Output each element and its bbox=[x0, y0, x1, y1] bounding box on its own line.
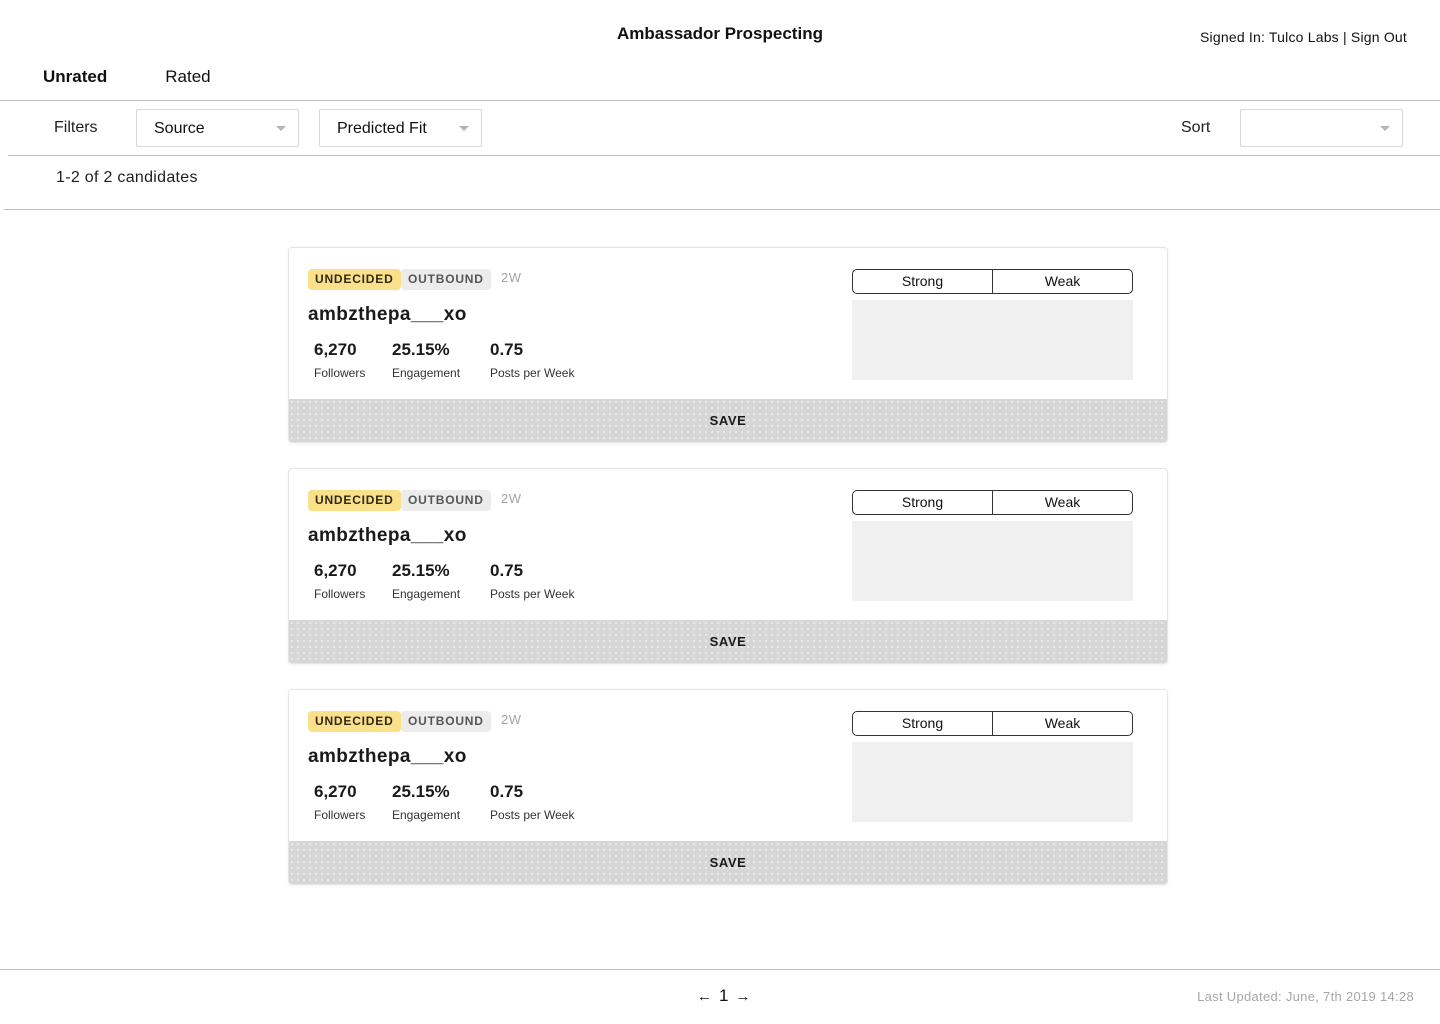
arrow-right-icon[interactable]: → bbox=[735, 988, 750, 1005]
age-label: 2W bbox=[501, 491, 522, 506]
rate-weak-button[interactable]: Weak bbox=[992, 491, 1132, 514]
chevron-down-icon bbox=[459, 126, 469, 131]
results-count: 1-2 of 2 candidates bbox=[56, 169, 198, 186]
followers-stat: 6,270 Followers bbox=[314, 340, 365, 380]
sign-out-link[interactable]: Sign Out bbox=[1351, 29, 1407, 45]
posts-stat: 0.75 Posts per Week bbox=[490, 782, 574, 822]
candidate-card: UNDECIDED OUTBOUND 2W ambzthepa___xo 6,2… bbox=[288, 247, 1168, 443]
pagination: ← 1 → bbox=[697, 986, 750, 1006]
engagement-label: Engagement bbox=[392, 808, 461, 822]
divider bbox=[4, 209, 1440, 210]
chevron-down-icon bbox=[276, 126, 286, 131]
age-label: 2W bbox=[501, 270, 522, 285]
source-badge: OUTBOUND bbox=[401, 269, 491, 290]
rate-weak-button[interactable]: Weak bbox=[992, 712, 1132, 735]
fit-rating-toggle: Strong Weak bbox=[852, 711, 1133, 736]
separator: | bbox=[1342, 29, 1347, 45]
fit-rating-toggle: Strong Weak bbox=[852, 269, 1133, 294]
posts-value: 0.75 bbox=[490, 340, 524, 359]
org-name: Tulco Labs bbox=[1268, 29, 1339, 45]
candidate-card: UNDECIDED OUTBOUND 2W ambzthepa___xo 6,2… bbox=[288, 689, 1168, 885]
candidate-handle[interactable]: ambzthepa___xo bbox=[308, 525, 467, 547]
status-badge: UNDECIDED bbox=[308, 490, 401, 511]
rate-weak-button[interactable]: Weak bbox=[992, 270, 1132, 293]
followers-value: 6,270 bbox=[314, 782, 357, 801]
divider bbox=[8, 155, 1440, 156]
tab-unrated[interactable]: Unrated bbox=[43, 67, 107, 87]
posts-label: Posts per Week bbox=[490, 587, 575, 601]
filters-label: Filters bbox=[54, 119, 98, 136]
posts-label: Posts per Week bbox=[490, 366, 575, 380]
followers-value: 6,270 bbox=[314, 561, 357, 580]
followers-label: Followers bbox=[314, 587, 366, 601]
posts-value: 0.75 bbox=[490, 561, 524, 580]
sort-select[interactable] bbox=[1240, 109, 1403, 147]
posts-stat: 0.75 Posts per Week bbox=[490, 561, 574, 601]
fit-rating-toggle: Strong Weak bbox=[852, 490, 1133, 515]
save-button[interactable]: SAVE bbox=[289, 620, 1167, 663]
current-page: 1 bbox=[719, 986, 729, 1005]
arrow-left-icon[interactable]: ← bbox=[697, 988, 712, 1005]
media-preview bbox=[852, 742, 1133, 822]
account-bar: Signed In: Tulco Labs | Sign Out bbox=[1200, 29, 1407, 45]
signed-in-label: Signed In: bbox=[1200, 29, 1266, 45]
tab-bar: Unrated Rated bbox=[43, 67, 269, 87]
rate-strong-button[interactable]: Strong bbox=[853, 491, 992, 514]
divider bbox=[0, 100, 1440, 101]
source-badge: OUTBOUND bbox=[401, 711, 491, 732]
chevron-down-icon bbox=[1380, 126, 1390, 131]
engagement-label: Engagement bbox=[392, 366, 461, 380]
source-filter-value: Source bbox=[154, 120, 205, 137]
engagement-value: 25.15% bbox=[392, 340, 450, 359]
engagement-label: Engagement bbox=[392, 587, 461, 601]
posts-stat: 0.75 Posts per Week bbox=[490, 340, 574, 380]
media-preview bbox=[852, 521, 1133, 601]
engagement-value: 25.15% bbox=[392, 561, 450, 580]
engagement-stat: 25.15% Engagement bbox=[392, 561, 460, 601]
tab-rated[interactable]: Rated bbox=[165, 67, 210, 87]
posts-label: Posts per Week bbox=[490, 808, 575, 822]
status-badge: UNDECIDED bbox=[308, 711, 401, 732]
followers-stat: 6,270 Followers bbox=[314, 782, 365, 822]
candidate-card: UNDECIDED OUTBOUND 2W ambzthepa___xo 6,2… bbox=[288, 468, 1168, 664]
followers-stat: 6,270 Followers bbox=[314, 561, 365, 601]
engagement-stat: 25.15% Engagement bbox=[392, 782, 460, 822]
media-preview bbox=[852, 300, 1133, 380]
posts-value: 0.75 bbox=[490, 782, 524, 801]
save-button[interactable]: SAVE bbox=[289, 841, 1167, 884]
followers-value: 6,270 bbox=[314, 340, 357, 359]
predicted-fit-filter-select[interactable]: Predicted Fit bbox=[319, 109, 482, 147]
source-filter-select[interactable]: Source bbox=[136, 109, 299, 147]
predicted-fit-filter-value: Predicted Fit bbox=[337, 120, 427, 137]
engagement-value: 25.15% bbox=[392, 782, 450, 801]
rate-strong-button[interactable]: Strong bbox=[853, 712, 992, 735]
divider bbox=[0, 969, 1440, 970]
sort-label: Sort bbox=[1181, 119, 1211, 136]
save-button[interactable]: SAVE bbox=[289, 399, 1167, 442]
engagement-stat: 25.15% Engagement bbox=[392, 340, 460, 380]
followers-label: Followers bbox=[314, 366, 366, 380]
source-badge: OUTBOUND bbox=[401, 490, 491, 511]
rate-strong-button[interactable]: Strong bbox=[853, 270, 992, 293]
candidate-handle[interactable]: ambzthepa___xo bbox=[308, 746, 467, 768]
candidate-handle[interactable]: ambzthepa___xo bbox=[308, 304, 467, 326]
last-updated: Last Updated: June, 7th 2019 14:28 bbox=[1197, 989, 1414, 1004]
followers-label: Followers bbox=[314, 808, 366, 822]
status-badge: UNDECIDED bbox=[308, 269, 401, 290]
age-label: 2W bbox=[501, 712, 522, 727]
